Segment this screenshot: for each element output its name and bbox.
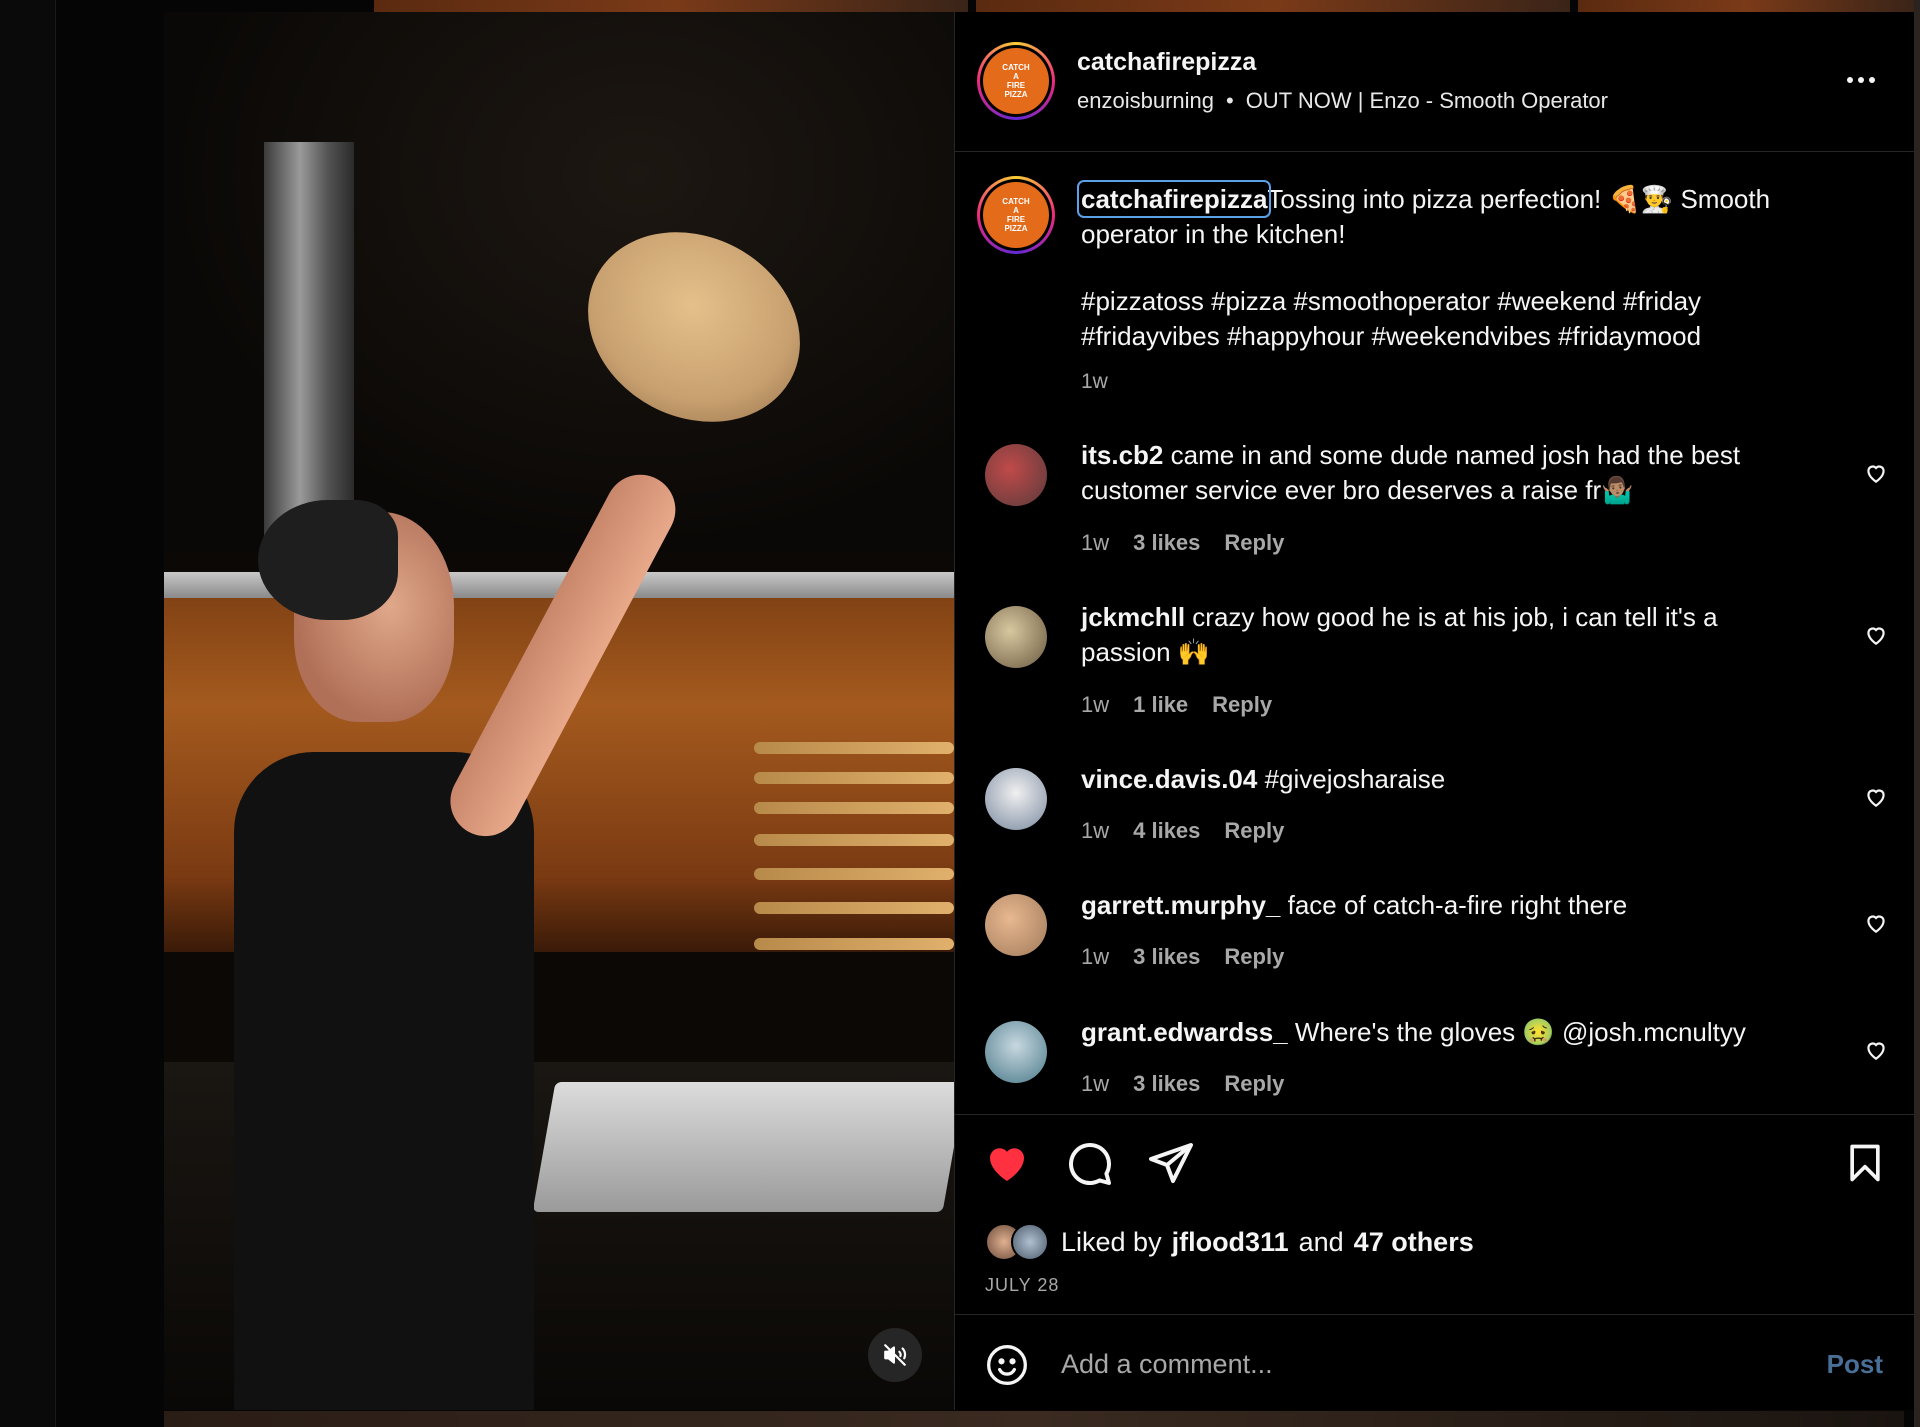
comment-like-heart-icon[interactable]: [1863, 622, 1889, 648]
more-icon: [1847, 77, 1853, 83]
comment-likes[interactable]: 3 likes: [1133, 530, 1200, 556]
comment-like-heart-icon[interactable]: [1863, 1037, 1889, 1063]
action-icons: [983, 1139, 1195, 1187]
save-button[interactable]: [1843, 1139, 1887, 1187]
caption-text: catchafirepizzaTossing into pizza perfec…: [1076, 180, 1841, 252]
comment-body: vince.davis.04 #givejosharaise: [1081, 762, 1801, 797]
comment-body: garrett.murphy_ face of catch-a-fire rig…: [1081, 888, 1801, 923]
comment-likes[interactable]: 1 like: [1133, 692, 1188, 718]
comment-likes[interactable]: 3 likes: [1133, 944, 1200, 970]
liked-by-others[interactable]: 47 others: [1354, 1227, 1474, 1258]
comment-body: jckmchll crazy how good he is at his job…: [1081, 600, 1801, 670]
mute-icon: [884, 1344, 907, 1366]
comment-likes[interactable]: 3 likes: [1133, 1071, 1200, 1097]
more-options-button[interactable]: [1841, 68, 1881, 92]
comment-icon: [1069, 1143, 1111, 1185]
caption-time[interactable]: 1w: [1081, 370, 1108, 394]
comment-username[interactable]: vince.davis.04: [1081, 764, 1257, 794]
comment-meta: 1w 3 likes Reply: [1081, 1071, 1284, 1097]
reply-button[interactable]: Reply: [1224, 944, 1284, 970]
comment-meta: 1w 3 likes Reply: [1081, 530, 1284, 556]
comment-input[interactable]: [1061, 1339, 1741, 1389]
bookmark-icon: [1850, 1144, 1880, 1182]
comment-username[interactable]: garrett.murphy_: [1081, 890, 1280, 920]
comment-meta: 1w 4 likes Reply: [1081, 818, 1284, 844]
comment-time[interactable]: 1w: [1081, 1071, 1109, 1097]
caption-username[interactable]: catchafirepizza: [1076, 180, 1272, 218]
liked-by-middle: and: [1298, 1226, 1344, 1257]
comment-body: grant.edwardss_ Where's the gloves 🤢 @jo…: [1081, 1015, 1801, 1050]
comment-time[interactable]: 1w: [1081, 692, 1109, 718]
comment-like-heart-icon[interactable]: [1863, 910, 1889, 936]
comment-username[interactable]: its.cb2: [1081, 440, 1163, 470]
add-comment-bar: Post: [955, 1314, 1915, 1410]
audio-separator: •: [1225, 88, 1234, 113]
comment-username[interactable]: jckmchll: [1081, 602, 1185, 632]
audio-artist[interactable]: enzoisburning: [1077, 88, 1214, 114]
media-peels: [744, 572, 954, 1052]
liked-by-prefix: Liked by: [1061, 1226, 1162, 1257]
comment-avatar[interactable]: [985, 444, 1047, 506]
reply-button[interactable]: Reply: [1212, 692, 1272, 718]
liked-by-user[interactable]: jflood311: [1172, 1227, 1289, 1258]
comment-time[interactable]: 1w: [1081, 944, 1109, 970]
post-actions: Liked by jflood311 and 47 others JULY 28: [955, 1114, 1915, 1314]
likes-summary[interactable]: Liked by jflood311 and 47 others: [985, 1223, 1474, 1261]
comment-like-heart-icon[interactable]: [1863, 460, 1889, 486]
like-button[interactable]: [983, 1139, 1031, 1187]
share-icon: [1149, 1143, 1193, 1183]
author-avatar[interactable]: CATCH A FIRE PIZZA: [977, 42, 1055, 120]
reply-button[interactable]: Reply: [1224, 530, 1284, 556]
comment-like-heart-icon[interactable]: [1863, 784, 1889, 810]
mute-button[interactable]: [868, 1328, 922, 1382]
comment-avatar[interactable]: [985, 606, 1047, 668]
reply-button[interactable]: Reply: [1224, 818, 1284, 844]
audio-info: enzoisburning • OUT NOW | Enzo - Smooth …: [1077, 88, 1608, 114]
brand-logo: CATCH A FIRE PIZZA: [983, 182, 1049, 248]
comment-text: Where's the gloves 🤢 @josh.mcnultyy: [1294, 1017, 1746, 1047]
post-comment-button[interactable]: Post: [1827, 1349, 1883, 1380]
comment-text: face of catch-a-fire right there: [1287, 890, 1628, 920]
share-button[interactable]: [1147, 1139, 1195, 1187]
comment-button[interactable]: [1065, 1139, 1113, 1187]
post-date: JULY 28: [985, 1275, 1060, 1295]
comment-text: #givejosharaise: [1264, 764, 1446, 794]
heart-icon: [989, 1148, 1025, 1181]
comment-item: jckmchll crazy how good he is at his job…: [955, 602, 1915, 756]
comment-username[interactable]: grant.edwardss_: [1081, 1017, 1288, 1047]
comment-avatar[interactable]: [985, 894, 1047, 956]
post-media[interactable]: [164, 12, 954, 1410]
emoji-icon[interactable]: [985, 1343, 1029, 1387]
liked-by-avatars: [985, 1223, 1051, 1261]
comment-text: came in and some dude named josh had the…: [1081, 440, 1741, 505]
comment-item: its.cb2 came in and some dude named josh…: [955, 440, 1915, 594]
comment-avatar[interactable]: [985, 768, 1047, 830]
comment-likes[interactable]: 4 likes: [1133, 818, 1200, 844]
media-person: [194, 462, 688, 1410]
comment-time[interactable]: 1w: [1081, 530, 1109, 556]
reply-button[interactable]: Reply: [1224, 1071, 1284, 1097]
comment-avatar[interactable]: [985, 1021, 1047, 1083]
comment-meta: 1w 3 likes Reply: [1081, 944, 1284, 970]
audio-track[interactable]: OUT NOW | Enzo - Smooth Operator: [1246, 88, 1608, 114]
brand-logo: CATCH A FIRE PIZZA: [983, 48, 1049, 114]
caption-avatar[interactable]: CATCH A FIRE PIZZA: [977, 176, 1055, 254]
bottom-thumbnail-strip: [164, 1411, 1904, 1427]
caption-hashtags[interactable]: #pizzatoss #pizza #smoothoperator #weeke…: [1081, 284, 1841, 354]
comment-time[interactable]: 1w: [1081, 818, 1109, 844]
post-header: CATCH A FIRE PIZZA catchafirepizza enzoisbu…: [955, 12, 1915, 152]
post-side-panel: CATCH A FIRE PIZZA catchafirepizza enzoisbu…: [954, 12, 1915, 1410]
comment-body: its.cb2 came in and some dude named josh…: [1081, 438, 1801, 508]
left-edge: [0, 0, 56, 1427]
author-username[interactable]: catchafirepizza: [1077, 48, 1256, 77]
comment-meta: 1w 1 like Reply: [1081, 692, 1272, 718]
